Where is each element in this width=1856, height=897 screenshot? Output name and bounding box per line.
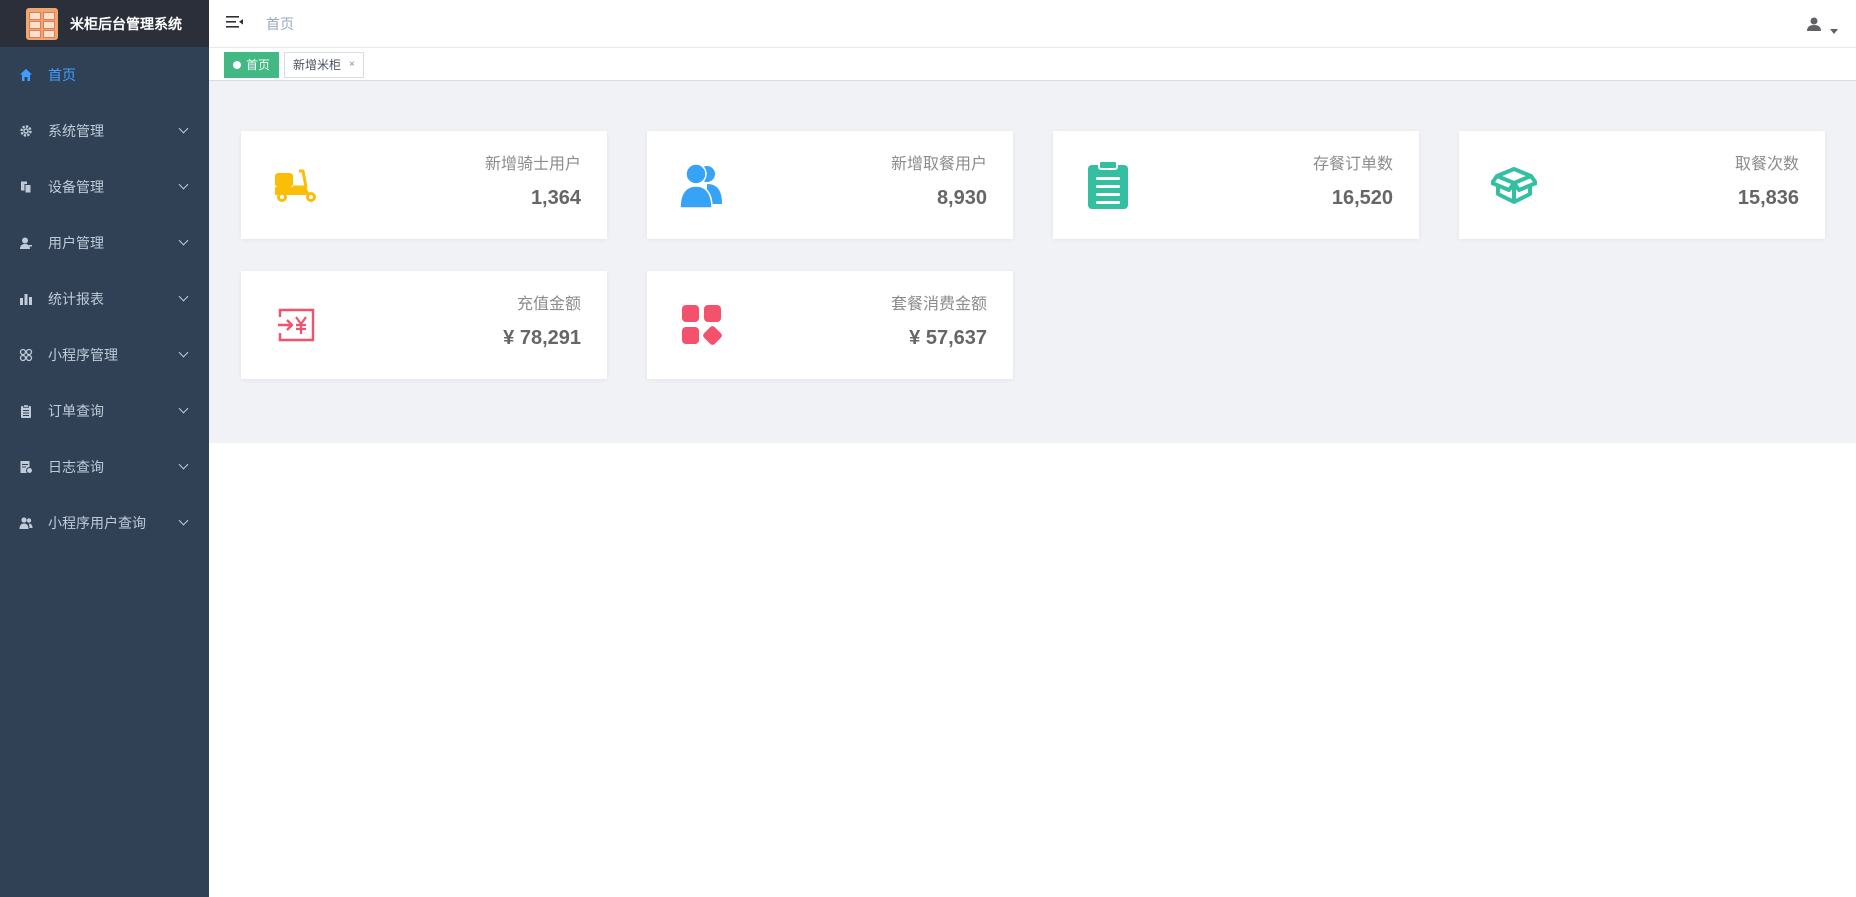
sidebar-item-label: 日志查询 xyxy=(48,459,104,475)
stat-value: 8,930 xyxy=(936,187,987,209)
chevron-down-icon xyxy=(178,179,189,190)
stat-card-pickup-count[interactable]: 取餐次数 15,836 xyxy=(1459,131,1825,239)
recharge-yen-icon xyxy=(271,300,321,350)
sidebar-item-label: 系统管理 xyxy=(48,123,104,139)
apps-icon xyxy=(677,300,727,350)
stat-label: 新增骑士用户 xyxy=(484,156,581,173)
app-title: 米柜后台管理系统 xyxy=(70,15,182,32)
tag-home[interactable]: 首页 xyxy=(224,52,280,78)
sidebar-item-logs[interactable]: 日志查询 xyxy=(0,439,209,495)
sidebar-item-users[interactable]: 用户管理 xyxy=(0,215,209,271)
hamburger-menu-icon[interactable] xyxy=(226,14,244,30)
home-icon xyxy=(18,67,34,83)
active-dot-icon xyxy=(233,61,241,69)
sidebar-item-reports[interactable]: 统计报表 xyxy=(0,271,209,327)
stat-value: ¥ 57,637 xyxy=(909,327,987,349)
sidebar-item-home[interactable]: 首页 xyxy=(0,47,209,103)
sidebar-item-label: 小程序管理 xyxy=(48,347,118,363)
chevron-down-icon xyxy=(178,291,189,302)
stat-card-stored-orders[interactable]: 存餐订单数 16,520 xyxy=(1053,131,1419,239)
box-icon xyxy=(1489,160,1539,210)
chevron-down-icon xyxy=(178,403,189,414)
sidebar-item-mini-program[interactable]: 小程序管理 xyxy=(0,327,209,383)
chevron-down-icon xyxy=(178,515,189,526)
gear-icon xyxy=(18,123,34,139)
stat-value: 16,520 xyxy=(1331,187,1393,209)
stat-label: 取餐次数 xyxy=(1734,156,1799,173)
caret-down-icon xyxy=(1830,29,1838,34)
sidebar: 米柜后台管理系统 首页 系统管理 设备管理 用户管理 统计报表 小程序管理 订单… xyxy=(0,0,209,897)
devices-icon xyxy=(18,179,34,195)
user-icon xyxy=(18,235,34,251)
log-icon xyxy=(18,459,34,475)
stat-value: 15,836 xyxy=(1737,187,1799,209)
mini-program-icon xyxy=(18,347,34,363)
bar-chart-icon xyxy=(18,291,34,307)
stat-value: 1,364 xyxy=(530,187,581,209)
navbar: 首页 xyxy=(209,0,1856,48)
sidebar-item-mini-program-users[interactable]: 小程序用户查询 xyxy=(0,495,209,551)
tag-label: 新增米柜 xyxy=(293,58,342,72)
close-icon[interactable]: × xyxy=(349,53,355,77)
user-dropdown[interactable] xyxy=(1806,16,1838,37)
tag-new-rice-cabinet[interactable]: 新增米柜 × xyxy=(284,52,364,78)
stat-card-package-spend[interactable]: 套餐消费金额 ¥ 57,637 xyxy=(647,271,1013,379)
chevron-down-icon xyxy=(178,123,189,134)
sidebar-item-label: 订单查询 xyxy=(48,403,104,419)
scooter-icon xyxy=(271,160,321,210)
sidebar-item-label: 首页 xyxy=(48,67,76,83)
breadcrumb: 首页 xyxy=(266,16,294,32)
chevron-down-icon xyxy=(178,235,189,246)
chevron-down-icon xyxy=(178,459,189,470)
sidebar-item-system[interactable]: 系统管理 xyxy=(0,103,209,159)
stat-card-recharge-amount[interactable]: 充值金额 ¥ 78,291 xyxy=(241,271,607,379)
tag-label: 首页 xyxy=(246,58,271,72)
stat-label: 新增取餐用户 xyxy=(890,156,987,173)
dashboard-panel: 新增骑士用户 1,364 新增取餐用户 8,930 存餐订单数 16,520 取… xyxy=(209,81,1856,443)
brand: 米柜后台管理系统 xyxy=(0,0,209,47)
tags-view: 首页 新增米柜 × xyxy=(209,48,1856,81)
sidebar-item-label: 设备管理 xyxy=(48,179,104,195)
users-icon xyxy=(18,515,34,531)
users-icon xyxy=(677,160,727,210)
user-avatar-icon xyxy=(1806,16,1822,37)
sidebar-item-label: 统计报表 xyxy=(48,291,104,307)
app-logo xyxy=(26,7,58,40)
stat-card-new-riders[interactable]: 新增骑士用户 1,364 xyxy=(241,131,607,239)
chevron-down-icon xyxy=(178,347,189,358)
stat-card-new-meal-users[interactable]: 新增取餐用户 8,930 xyxy=(647,131,1013,239)
sidebar-item-devices[interactable]: 设备管理 xyxy=(0,159,209,215)
sidebar-item-label: 小程序用户查询 xyxy=(48,515,146,531)
stat-value: ¥ 78,291 xyxy=(503,327,581,349)
stat-label: 存餐订单数 xyxy=(1312,156,1393,173)
clipboard-icon xyxy=(1083,160,1133,210)
stat-label: 充值金额 xyxy=(516,296,581,313)
sidebar-item-orders[interactable]: 订单查询 xyxy=(0,383,209,439)
stat-label: 套餐消费金额 xyxy=(890,296,987,313)
clipboard-icon xyxy=(18,403,34,419)
sidebar-item-label: 用户管理 xyxy=(48,235,104,251)
